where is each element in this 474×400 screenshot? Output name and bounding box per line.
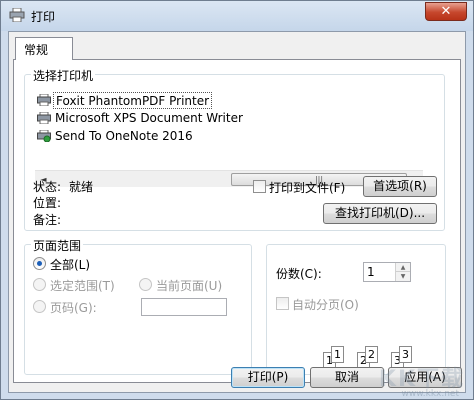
select-printer-group: 选择打印机 Foxit PhantomPDF Printer Microsoft… [24,67,445,231]
printer-name: Foxit PhantomPDF Printer [53,92,213,109]
range-current-page-label[interactable]: 当前页面(U) [156,277,222,294]
dialog-body: 常规 选择打印机 Foxit PhantomPDF Printer Micros… [8,31,466,393]
printer-list[interactable]: Foxit PhantomPDF Printer Microsoft XPS D… [35,92,425,187]
printer-item-foxit[interactable]: Foxit PhantomPDF Printer [35,92,295,110]
collate-page: 1 [331,346,344,363]
range-pages-radio[interactable] [33,300,46,313]
page-range-group: 页面范围 全部(L) 选定范围(T) 当前页面(U) 页码(G): [24,237,252,375]
location-label: 位置: [33,196,62,210]
printer-default-icon [37,130,51,142]
collate-label[interactable]: 自动分页(O) [292,296,359,313]
copies-label: 份数(C): [276,267,322,281]
preferences-button[interactable]: 首选项(R) [363,176,437,197]
window-title: 打印 [31,10,56,24]
collate-page: 2 [365,346,378,363]
print-button[interactable]: 打印(P) [231,367,305,388]
printer-name: Send To OneNote 2016 [55,129,193,143]
range-current-page-radio[interactable] [139,278,152,291]
print-dialog: 打印 ✕ 常规 选择打印机 Foxit PhantomPDF Printer M… [0,0,474,400]
tab-page-general: 选择打印机 Foxit PhantomPDF Printer Microsoft… [13,59,461,383]
tab-general[interactable]: 常规 [15,37,73,60]
printer-icon [9,8,25,22]
stepper-buttons: ▲ ▼ [395,263,410,281]
range-all-radio[interactable] [33,257,46,270]
range-selection-radio[interactable] [33,278,46,291]
printer-name: Microsoft XPS Document Writer [55,111,243,125]
collate-checkbox[interactable] [276,297,289,310]
title-bar[interactable]: 打印 ✕ [1,1,473,31]
print-to-file-checkbox[interactable] [253,180,266,193]
range-all-label[interactable]: 全部(L) [50,256,90,273]
print-to-file-label[interactable]: 打印到文件(F) [269,179,345,196]
decrement-icon[interactable]: ▼ [396,272,410,281]
watermark-url: www.kkx.net [401,389,460,399]
range-selection-label[interactable]: 选定范围(T) [50,277,115,294]
cancel-button[interactable]: 取消 [310,367,384,388]
comment-label: 备注: [33,213,62,227]
find-printer-button[interactable]: 查找打印机(D)... [323,203,437,224]
page-numbers-input[interactable] [141,298,227,316]
increment-icon[interactable]: ▲ [396,263,410,272]
printer-item-onenote[interactable]: Send To OneNote 2016 [35,128,295,146]
printer-icon [37,112,51,124]
select-printer-title: 选择打印机 [31,67,96,84]
range-pages-label[interactable]: 页码(G): [50,299,97,316]
close-button[interactable]: ✕ [425,2,467,21]
page-range-title: 页面范围 [31,237,84,254]
copies-stepper[interactable]: 1 ▲ ▼ [363,262,411,282]
status-label: 状态: [33,180,62,194]
copies-value[interactable]: 1 [367,265,375,279]
status-value: 就绪 [69,180,94,194]
printer-icon [37,94,51,106]
printer-item-xps[interactable]: Microsoft XPS Document Writer [35,110,295,128]
